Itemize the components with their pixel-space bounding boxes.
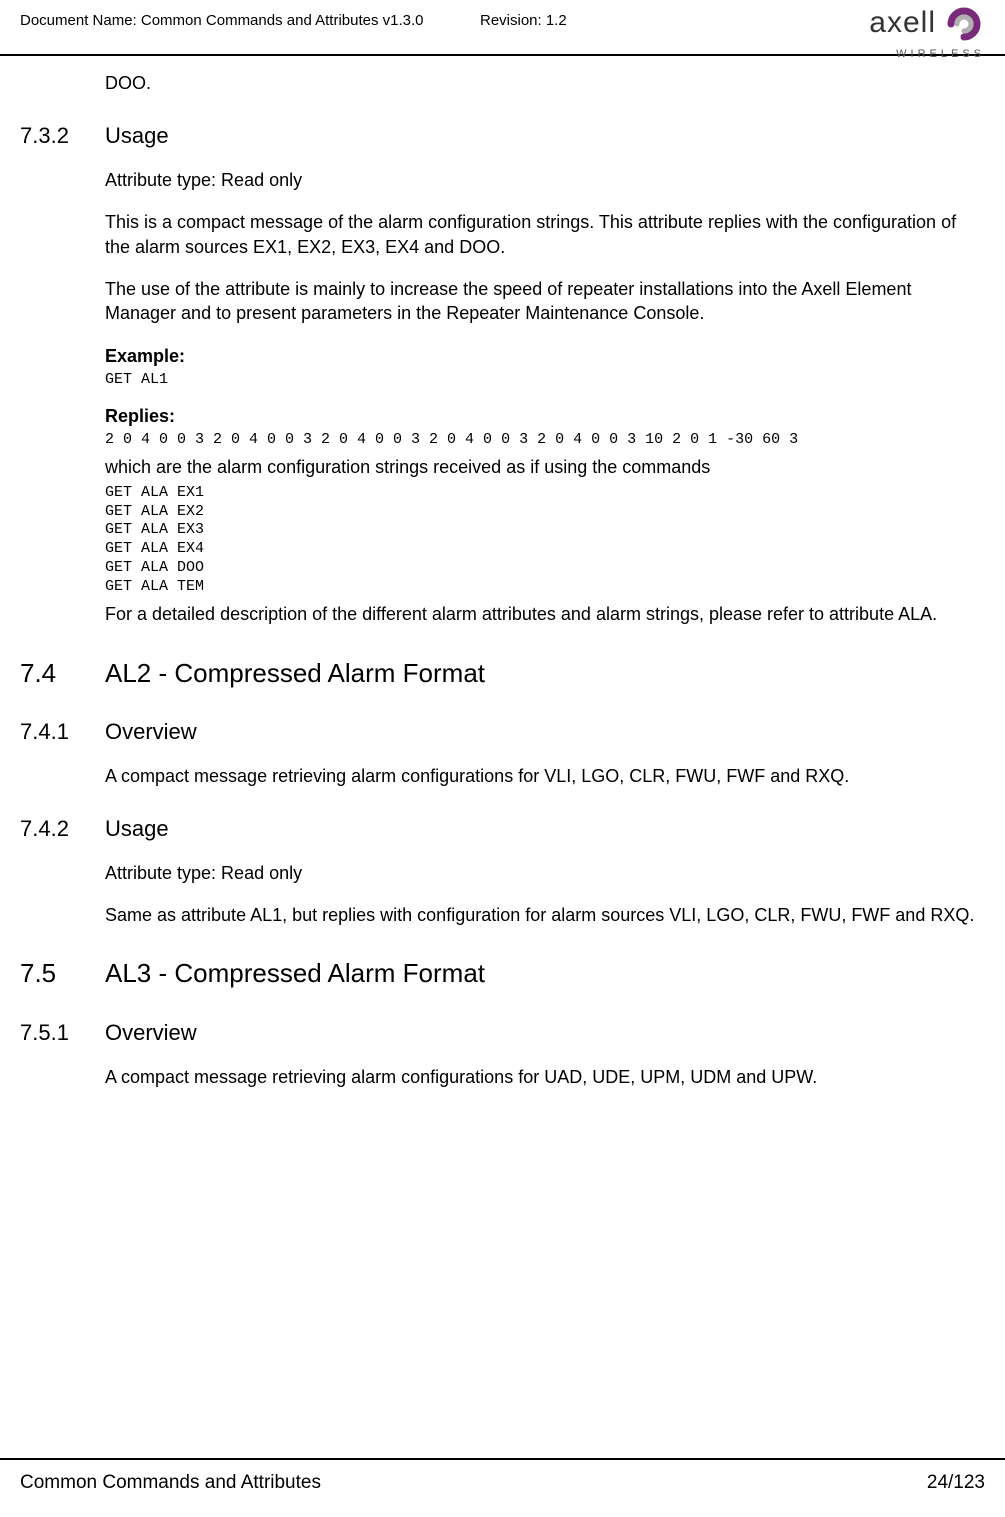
code-example: GET AL1 (105, 371, 985, 390)
subsection-number: 7.3.2 (20, 121, 105, 152)
brand-logo: axell WIRELESS (869, 2, 985, 62)
section-title: AL3 - Compressed Alarm Format (105, 955, 485, 991)
subsection-title: Usage (105, 814, 169, 845)
paragraph: This is a compact message of the alarm c… (105, 210, 985, 259)
subsection-title: Overview (105, 1018, 197, 1049)
subsection-number: 7.4.2 (20, 814, 105, 845)
subsection-number: 7.5.1 (20, 1018, 105, 1049)
subsection-7-3-2: 7.3.2 Usage (20, 121, 985, 152)
paragraph: Same as attribute AL1, but replies with … (105, 903, 985, 927)
footer-title: Common Commands and Attributes (20, 1470, 321, 1497)
paragraph: A compact message retrieving alarm confi… (105, 764, 985, 788)
attribute-type: Attribute type: Read only (105, 168, 985, 192)
code-commands: GET ALA EX1 GET ALA EX2 GET ALA EX3 GET … (105, 484, 985, 597)
code-reply: 2 0 4 0 0 3 2 0 4 0 0 3 2 0 4 0 0 3 2 0 … (105, 431, 985, 450)
subsection-title: Usage (105, 121, 169, 152)
attribute-type: Attribute type: Read only (105, 861, 985, 885)
logo-text: axell (869, 6, 936, 39)
subsection-7-5-1: 7.5.1 Overview (20, 1018, 985, 1049)
page-content: DOO. 7.3.2 Usage Attribute type: Read on… (0, 71, 1005, 1089)
section-7-4: 7.4 AL2 - Compressed Alarm Format (20, 655, 985, 691)
continuation-text: DOO. (105, 71, 985, 95)
logo-swirl-icon (943, 3, 985, 52)
subsection-number: 7.4.1 (20, 717, 105, 748)
subsection-7-4-2: 7.4.2 Usage (20, 814, 985, 845)
example-label: Example: (105, 344, 985, 369)
doc-name: Document Name: Common Commands and Attri… (20, 8, 424, 31)
paragraph: A compact message retrieving alarm confi… (105, 1065, 985, 1089)
page-footer: Common Commands and Attributes 24/123 (0, 1458, 1005, 1497)
page-number: 24/123 (927, 1470, 985, 1497)
replies-label: Replies: (105, 404, 985, 429)
paragraph: For a detailed description of the differ… (105, 602, 985, 626)
paragraph: which are the alarm configuration string… (105, 455, 985, 479)
section-number: 7.4 (20, 655, 105, 691)
paragraph: The use of the attribute is mainly to in… (105, 277, 985, 326)
subsection-7-4-1: 7.4.1 Overview (20, 717, 985, 748)
section-number: 7.5 (20, 955, 105, 991)
section-title: AL2 - Compressed Alarm Format (105, 655, 485, 691)
revision-label: Revision: 1.2 (480, 8, 567, 31)
section-7-5: 7.5 AL3 - Compressed Alarm Format (20, 955, 985, 991)
subsection-title: Overview (105, 717, 197, 748)
page-header: Document Name: Common Commands and Attri… (0, 0, 1005, 56)
